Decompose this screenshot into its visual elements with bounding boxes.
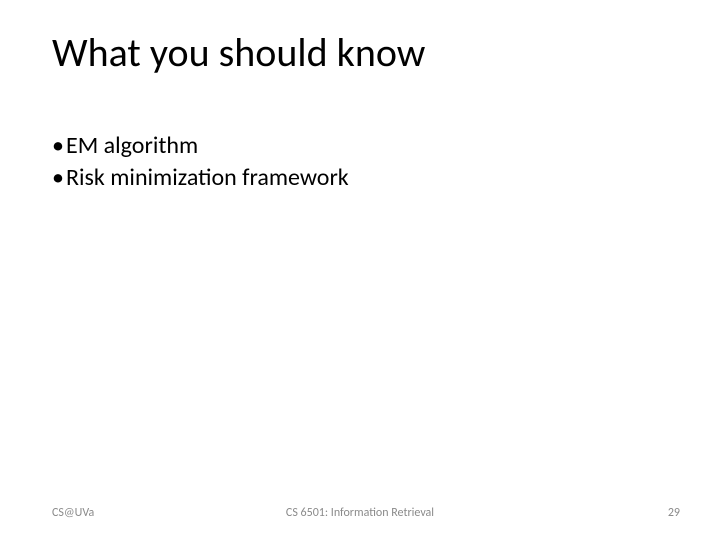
bullet-item: • Risk minimization framework xyxy=(52,162,349,194)
bullet-dot-icon: • xyxy=(52,162,66,194)
footer-center: CS 6501: Information Retrieval xyxy=(0,506,720,520)
slide-footer: CS@UVa CS 6501: Information Retrieval 29 xyxy=(0,500,720,520)
slide-title: What you should know xyxy=(52,28,425,77)
footer-page-number: 29 xyxy=(668,506,680,520)
slide-body: • EM algorithm • Risk minimization frame… xyxy=(52,130,349,195)
bullet-item: • EM algorithm xyxy=(52,130,349,162)
slide: What you should know • EM algorithm • Ri… xyxy=(0,0,720,540)
bullet-text: Risk minimization framework xyxy=(66,162,349,194)
bullet-text: EM algorithm xyxy=(66,130,198,162)
bullet-dot-icon: • xyxy=(52,130,66,162)
